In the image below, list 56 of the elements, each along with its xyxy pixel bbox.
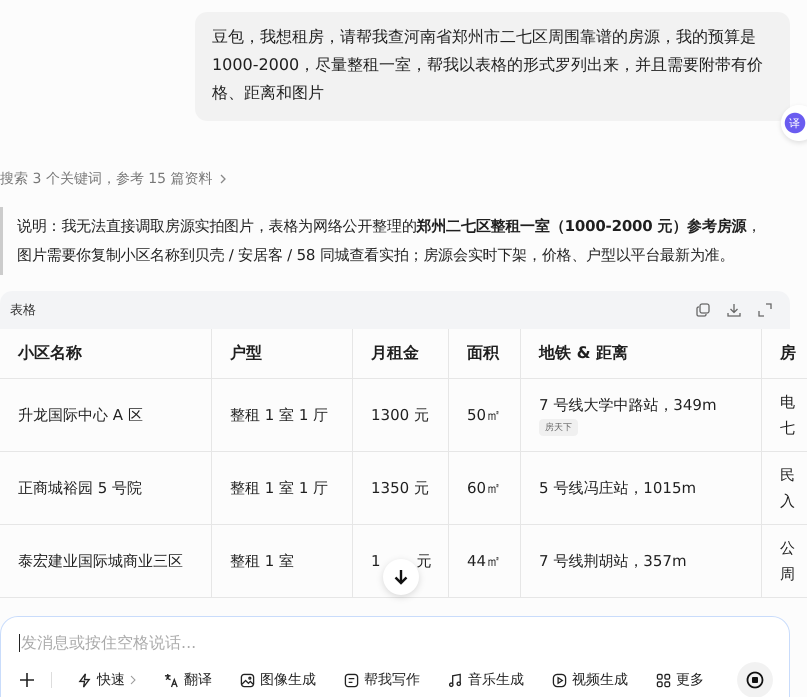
table-cell-text: 整租 1 室 <box>230 552 294 570</box>
user-message: 豆包，我想租房，请帮我查河南省郑州市二七区周围靠谱的房源，我的预算是1000-2000，尽量整租一室，帮我以表格的形式罗列出来，并且需要附带有价格、距离和图片 <box>195 12 790 121</box>
translate-button[interactable]: 译 <box>781 105 807 141</box>
table-title: 表格 <box>10 302 36 319</box>
tool-button[interactable]: 快速 <box>70 670 143 690</box>
download-icon[interactable] <box>727 303 741 317</box>
plus-icon[interactable] <box>19 672 35 688</box>
tool-button[interactable]: 更多 <box>649 670 711 690</box>
column-header: 地铁 & 距离 <box>520 329 762 378</box>
table-cell-text: 七 <box>780 418 796 439</box>
table-cell-text: 1350 元 <box>371 478 429 496</box>
table-cell-text: 民 <box>780 465 796 486</box>
chevron-right-icon <box>218 174 227 184</box>
table-cell-text: 入 <box>780 491 796 512</box>
table-cell-text: 公 <box>780 538 796 559</box>
bolt-icon <box>77 672 92 688</box>
grid-icon <box>656 672 671 688</box>
image-icon <box>240 672 255 688</box>
copy-icon[interactable] <box>696 303 710 317</box>
table-cell-text: 周 <box>780 564 796 585</box>
table-cell-text: 泰宏建业国际城商业三区 <box>18 552 183 570</box>
source-tag[interactable]: 房天下 <box>539 419 578 436</box>
column-header: 户型 <box>212 329 352 378</box>
tool-button[interactable]: 音乐生成 <box>441 670 531 690</box>
tool-button[interactable]: 帮我写作 <box>337 670 427 690</box>
stop-icon <box>746 671 764 689</box>
table-cell-text: 整租 1 室 1 厅 <box>230 406 328 424</box>
table-cell-text: 5 号线冯庄站，1015m <box>539 478 698 499</box>
music-icon <box>448 672 463 688</box>
column-header: 小区名称 <box>0 329 212 378</box>
voice-record-button[interactable] <box>737 662 773 697</box>
table-cell-text: 1300 元 <box>371 406 429 424</box>
tool-button[interactable]: 视频生成 <box>545 670 635 690</box>
write-icon <box>344 672 359 688</box>
table-cell-text: 升龙国际中心 A 区 <box>18 406 143 424</box>
table-cell-text: 正商城裕园 5 号院 <box>18 478 142 496</box>
table-cell-text: 7 号线大学中路站，349m <box>539 395 718 416</box>
translate-icon <box>164 672 179 688</box>
table-cell-text: 1 <box>371 552 381 570</box>
column-header: 月租金 <box>352 329 448 378</box>
scroll-down-button[interactable] <box>383 559 419 595</box>
table-cell-text: 元 <box>416 552 432 570</box>
table-cell-text: 7 号线荆胡站，357m <box>539 551 688 572</box>
table-cell-text: 50㎡ <box>467 406 502 424</box>
expand-icon[interactable] <box>758 303 772 317</box>
arrow-down-icon <box>393 568 409 586</box>
table-cell-text: 电 <box>780 392 796 413</box>
column-header: 面积 <box>448 329 520 378</box>
search-summary-link[interactable]: 搜索 3 个关键词，参考 15 篇资料 <box>0 169 807 189</box>
note-text: 说明：我无法直接调取房源实拍图片，表格为网络公开整理的郑州二七区整租一室（1000-2000 元）参考房源，图片需要你复制小区名称到贝壳 / 安居客 / 58 同城查看实拍；房源会实时下架，价格、户型以平台最新为准。 <box>17 217 762 264</box>
table-cell-text: 60㎡ <box>467 478 502 496</box>
table-cell-text: 44㎡ <box>467 552 502 570</box>
video-icon <box>552 672 567 688</box>
table-cell-text: 整租 1 室 1 厅 <box>230 478 328 496</box>
tool-button[interactable]: 图像生成 <box>233 670 323 690</box>
tool-button[interactable]: 翻译 <box>157 670 219 690</box>
